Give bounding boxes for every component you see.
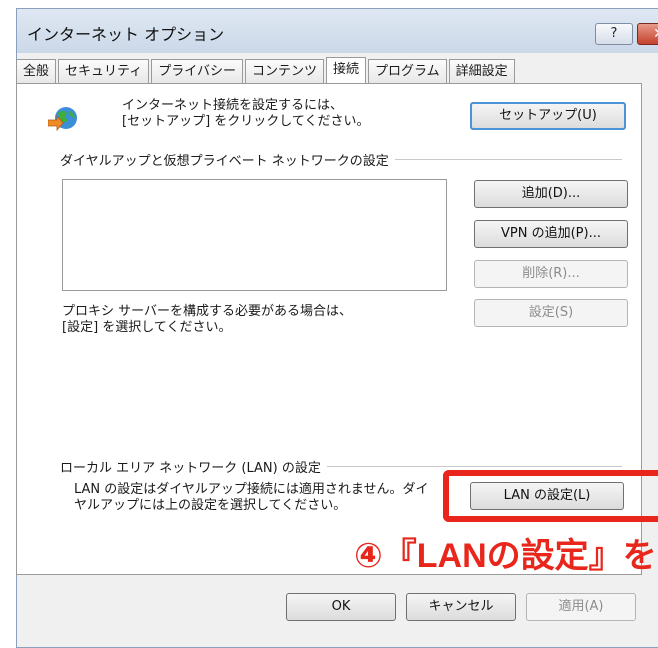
close-button[interactable]: ✕ xyxy=(637,23,658,45)
tab-connections[interactable]: 接続 xyxy=(326,57,367,83)
ok-button[interactable]: OK xyxy=(286,593,396,621)
lan-description: LAN の設定はダイヤルアップ接続には適用されません。ダイ ヤルアップには上の設… xyxy=(74,482,429,513)
tab-general[interactable]: 全般 xyxy=(16,59,57,83)
dialup-group-label: ダイヤルアップと仮想プライベート ネットワークの設定 xyxy=(60,150,395,169)
tab-bar: 全般 セキュリティ プライバシー コンテンツ 接続 プログラム 詳細設定 xyxy=(16,57,517,83)
tab-security[interactable]: セキュリティ xyxy=(58,59,150,83)
add-vpn-button[interactable]: VPN の追加(P)... xyxy=(474,220,628,248)
help-button[interactable]: ? xyxy=(595,23,633,45)
apply-button[interactable]: 適用(A) xyxy=(526,593,636,621)
lan-group-label: ローカル エリア ネットワーク (LAN) の設定 xyxy=(60,457,327,476)
proxy-instructions: プロキシ サーバーを構成する必要がある場合は、 [設定] を選択してください。 xyxy=(62,304,353,335)
tab-content[interactable]: コンテンツ xyxy=(245,59,325,83)
connections-list[interactable] xyxy=(62,179,447,291)
tab-advanced[interactable]: 詳細設定 xyxy=(448,59,515,83)
settings-button[interactable]: 設定(S) xyxy=(474,299,628,327)
delete-button[interactable]: 削除(R)... xyxy=(474,260,628,288)
setup-instructions: インターネット接続を設定するには、 [セットアップ] をクリックしてください。 xyxy=(122,98,370,129)
tab-privacy[interactable]: プライバシー xyxy=(151,59,243,83)
setup-button[interactable]: セットアップ(U) xyxy=(470,102,626,130)
window-title: インターネット オプション xyxy=(27,25,225,44)
globe-connect-icon xyxy=(48,107,77,132)
tab-programs[interactable]: プログラム xyxy=(368,59,447,83)
add-button[interactable]: 追加(D)... xyxy=(474,180,628,208)
cancel-button[interactable]: キャンセル xyxy=(406,593,516,621)
highlight-annotation-box xyxy=(443,470,658,522)
annotation-text: ④『LANの設定』を xyxy=(354,537,657,575)
title-bar: インターネット オプション ? ✕ xyxy=(17,9,658,53)
